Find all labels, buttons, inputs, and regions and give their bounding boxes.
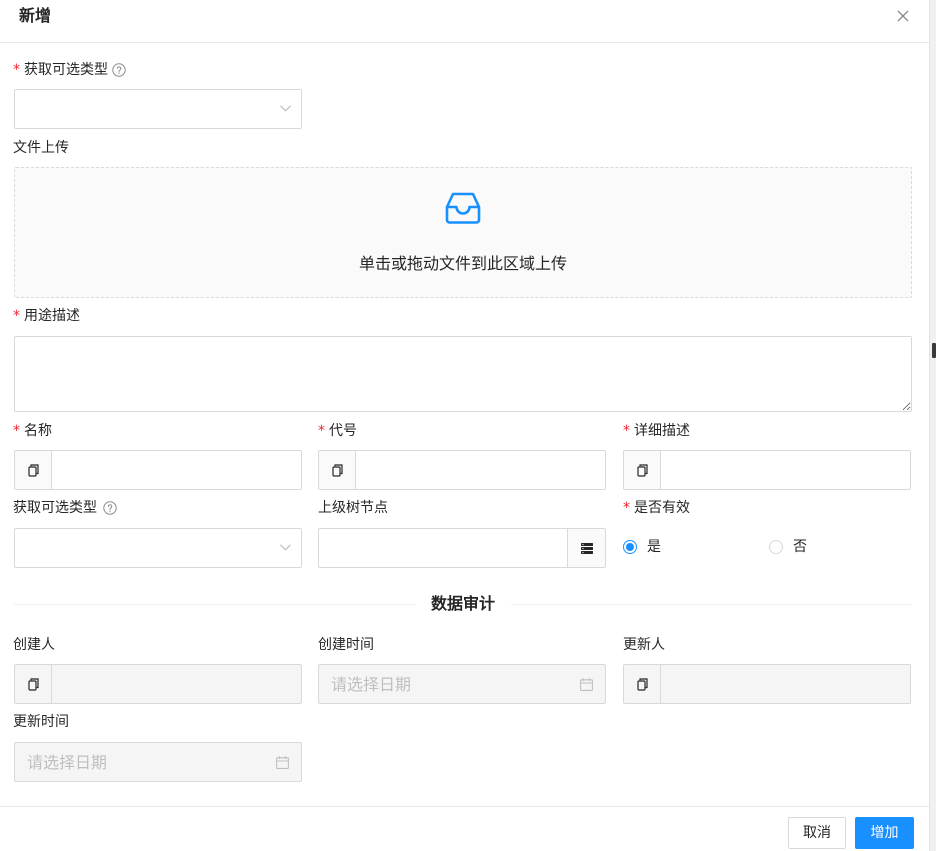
created-time-input [319, 665, 605, 703]
detail-description-input-group [623, 450, 911, 490]
radio-label: 是 [647, 539, 661, 555]
usage-description-textarea[interactable] [14, 336, 912, 412]
file-upload-dropzone[interactable]: 单击或拖动文件到此区域上传 [14, 167, 912, 298]
detail-description-label: * 详细描述 [623, 420, 690, 442]
required-mark: * [13, 423, 20, 439]
creator-label-text: 创建人 [13, 637, 55, 653]
usage-description-label-text: 用途描述 [24, 308, 80, 324]
chevron-down-icon [280, 105, 291, 112]
detail-description-input[interactable] [661, 451, 910, 489]
creator-prefix-addon [15, 665, 52, 703]
created-time-label: 创建时间 [318, 634, 374, 656]
option-type-select[interactable] [14, 89, 302, 129]
is-valid-option-no[interactable]: 否 [769, 536, 807, 558]
radio-button[interactable] [623, 540, 637, 554]
name-label-text: 名称 [24, 423, 52, 439]
required-mark: * [13, 62, 20, 78]
parent-tree-node-input[interactable] [319, 529, 567, 567]
name-prefix-addon [15, 451, 52, 489]
updater-prefix-addon [624, 665, 661, 703]
parent-tree-node-input-group [318, 528, 606, 568]
required-mark: * [623, 423, 630, 439]
option-type-label-text: 获取可选类型 [24, 62, 108, 78]
header-divider [0, 42, 929, 43]
detail-description-prefix-addon [624, 451, 661, 489]
database-icon [580, 542, 593, 554]
option-type-label: * 获取可选类型 [13, 59, 126, 81]
creator-input-group [14, 664, 302, 704]
is-valid-option-yes[interactable]: 是 [623, 536, 661, 558]
page-scrollbar[interactable] [929, 0, 936, 851]
option-type-secondary-label: * 获取可选类型 [13, 497, 117, 519]
copy-icon [27, 677, 39, 691]
footer-divider [0, 806, 929, 807]
divider-line-right [511, 603, 913, 605]
code-input[interactable] [356, 451, 605, 489]
name-input-group [14, 450, 302, 490]
is-valid-label-text: 是否有效 [634, 500, 690, 516]
is-valid-label: * 是否有效 [623, 497, 690, 519]
question-circle-icon[interactable] [112, 63, 126, 77]
audit-divider: 数据审计 [14, 593, 913, 615]
detail-description-label-text: 详细描述 [634, 423, 690, 439]
parent-tree-node-picker-button[interactable] [567, 529, 605, 567]
file-upload-label-text: 文件上传 [13, 140, 69, 156]
copy-icon [636, 677, 648, 691]
created-time-label-text: 创建时间 [318, 637, 374, 653]
close-icon [897, 10, 909, 22]
name-label: * 名称 [13, 420, 52, 442]
modal-title: 新增 [19, 6, 52, 25]
option-type-secondary-select[interactable] [14, 528, 302, 568]
page-scrollbar-thumb[interactable] [932, 343, 936, 358]
parent-tree-node-label: * 上级树节点 [318, 497, 388, 519]
divider-line-left [14, 603, 415, 605]
updated-time-input [15, 743, 301, 781]
question-circle-icon[interactable] [103, 501, 117, 515]
created-time-date-picker [318, 664, 606, 704]
close-button[interactable] [893, 6, 913, 26]
updated-time-label-text: 更新时间 [13, 714, 69, 730]
parent-tree-node-label-text: 上级树节点 [318, 500, 388, 516]
updater-input [661, 665, 910, 703]
code-input-group [318, 450, 606, 490]
calendar-icon [276, 756, 289, 769]
updater-label: 更新人 [623, 634, 665, 656]
required-mark: * [13, 308, 20, 324]
chevron-down-icon [280, 544, 291, 551]
code-label: * 代号 [318, 420, 357, 442]
radio-button[interactable] [769, 540, 783, 554]
add-modal: 新增 * 获取可选类型 文件上传 单击或拖动文件到此区域上传 * 用途描述 * … [0, 0, 929, 851]
radio-label: 否 [793, 539, 807, 555]
code-prefix-addon [319, 451, 356, 489]
name-input[interactable] [52, 451, 301, 489]
copy-icon [331, 463, 343, 477]
required-mark: * [318, 423, 325, 439]
calendar-icon [580, 678, 593, 691]
submit-add-button[interactable]: 增加 [855, 817, 914, 849]
audit-divider-label: 数据审计 [431, 594, 496, 613]
file-upload-label: 文件上传 [13, 137, 69, 159]
copy-icon [636, 463, 648, 477]
usage-description-label: * 用途描述 [13, 305, 80, 327]
option-type-secondary-label-text: 获取可选类型 [13, 500, 97, 516]
creator-input [52, 665, 301, 703]
updated-time-date-picker [14, 742, 302, 782]
updated-time-label: 更新时间 [13, 711, 69, 733]
inbox-icon [444, 191, 482, 225]
code-label-text: 代号 [329, 423, 357, 439]
updater-label-text: 更新人 [623, 637, 665, 653]
creator-label: 创建人 [13, 634, 55, 656]
updater-input-group [623, 664, 911, 704]
required-mark: * [623, 500, 630, 516]
file-upload-hint: 单击或拖动文件到此区域上传 [358, 254, 567, 273]
cancel-button[interactable]: 取消 [788, 817, 846, 849]
copy-icon [27, 463, 39, 477]
